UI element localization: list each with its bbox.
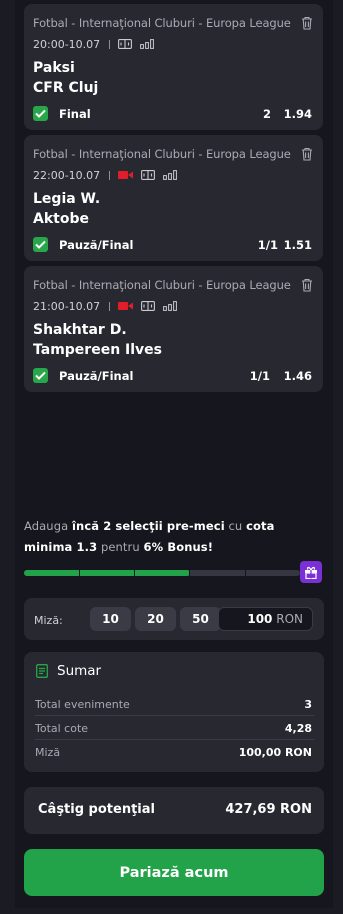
promo-highlight: 6% Bonus! [143, 540, 214, 554]
home-team: Shakhtar D. [33, 322, 127, 338]
stake-currency: RON [276, 612, 303, 626]
pick-value: 2 [262, 107, 271, 121]
receipt-icon [36, 664, 48, 678]
live-video-icon[interactable] [118, 301, 134, 311]
bet-type: Pauză/Final [59, 369, 134, 383]
summary-label: Miză [35, 746, 61, 759]
divider [109, 170, 111, 180]
summary-box: Sumar Total evenimente 3 Total cote 4,28… [24, 652, 324, 772]
potential-win-label: Câştig potenţial [38, 802, 155, 817]
divider [109, 301, 111, 311]
summary-value: 3 [304, 698, 312, 711]
pick-value: 1/1 [249, 369, 270, 383]
progress-tick [189, 570, 190, 576]
away-team: CFR Cluj [33, 80, 99, 96]
stake-label: Miză: [34, 614, 63, 627]
bonus-promo-text: Adauga încă 2 selecţii pre-meci cu cota … [24, 516, 324, 558]
stats-bars-icon[interactable] [163, 301, 178, 311]
odd-value: 1.51 [283, 238, 312, 252]
scoreboard-icon[interactable] [141, 170, 156, 180]
checkbox-checked-icon[interactable] [33, 237, 48, 252]
bet-type: Final [59, 107, 91, 121]
progress-tick [79, 570, 80, 576]
checkbox-checked-icon[interactable] [33, 368, 48, 383]
summary-title: Sumar [57, 663, 102, 679]
pick-value: 1/1 [257, 238, 278, 252]
bet-type: Pauză/Final [59, 238, 134, 252]
event-meta: 22:00-10.07 [33, 168, 185, 182]
stake-input[interactable]: 100 RON [218, 607, 313, 631]
event-time: 20:00-10.07 [33, 37, 101, 51]
summary-label: Total evenimente [35, 698, 130, 711]
trash-icon[interactable] [301, 147, 313, 161]
promo-text: Adauga [24, 519, 73, 533]
event-meta: 21:00-10.07 [33, 299, 185, 313]
progress-tick [245, 570, 246, 576]
promo-highlight: încă 2 selecţii pre-meci [72, 519, 225, 533]
scoreboard-icon[interactable] [118, 39, 133, 49]
gift-icon[interactable] [300, 561, 322, 583]
stake-chip-20[interactable]: 20 [135, 607, 176, 631]
trash-icon[interactable] [301, 16, 313, 30]
stats-bars-icon[interactable] [140, 39, 155, 49]
place-bet-button[interactable]: Pariază acum [24, 849, 324, 896]
betslip-panel: Fotbal - Internaţional Cluburi - Europa … [15, 0, 333, 908]
event-time: 22:00-10.07 [33, 168, 101, 182]
stats-bars-icon[interactable] [163, 170, 178, 180]
divider [109, 39, 111, 49]
stake-chip-50[interactable]: 50 [180, 607, 221, 631]
league-name: Fotbal - Internaţional Cluburi - Europa … [33, 16, 291, 30]
league-name: Fotbal - Internaţional Cluburi - Europa … [33, 147, 291, 161]
bonus-progress-bar [24, 570, 300, 576]
stake-row: Miză: 10 20 50 100 RON [24, 598, 324, 640]
selection-card: Fotbal - Internaţional Cluburi - Europa … [24, 135, 323, 261]
summary-row: Miză 100,00 RON [35, 741, 314, 764]
selection-card: Fotbal - Internaţional Cluburi - Europa … [24, 4, 323, 130]
stake-chip-10[interactable]: 10 [90, 607, 131, 631]
odd-value: 1.46 [283, 369, 312, 383]
summary-value: 4,28 [284, 722, 312, 735]
live-video-icon[interactable] [118, 170, 134, 180]
summary-value: 100,00 RON [238, 746, 312, 759]
stake-value: 100 [247, 612, 273, 626]
league-name: Fotbal - Internaţional Cluburi - Europa … [33, 278, 291, 292]
event-time: 21:00-10.07 [33, 299, 101, 313]
home-team: Paksi [33, 60, 75, 76]
progress-fill [24, 570, 190, 576]
summary-label: Total cote [35, 722, 89, 735]
away-team: Tampereen Ilves [33, 342, 162, 358]
potential-win-box: Câştig potenţial 427,69 RON [24, 787, 324, 834]
potential-win-value: 427,69 RON [225, 802, 312, 817]
progress-tick [134, 570, 135, 576]
checkbox-checked-icon[interactable] [33, 106, 48, 121]
promo-text: cu [224, 519, 247, 533]
away-team: Aktobe [33, 211, 89, 227]
odd-value: 1.94 [283, 107, 312, 121]
promo-text: pentru [97, 540, 144, 554]
trash-icon[interactable] [301, 278, 313, 292]
summary-row: Total cote 4,28 [35, 717, 314, 740]
selection-card: Fotbal - Internaţional Cluburi - Europa … [24, 266, 323, 392]
event-meta: 20:00-10.07 [33, 37, 162, 51]
home-team: Legia W. [33, 191, 101, 207]
scoreboard-icon[interactable] [141, 301, 156, 311]
summary-row: Total evenimente 3 [35, 693, 314, 716]
